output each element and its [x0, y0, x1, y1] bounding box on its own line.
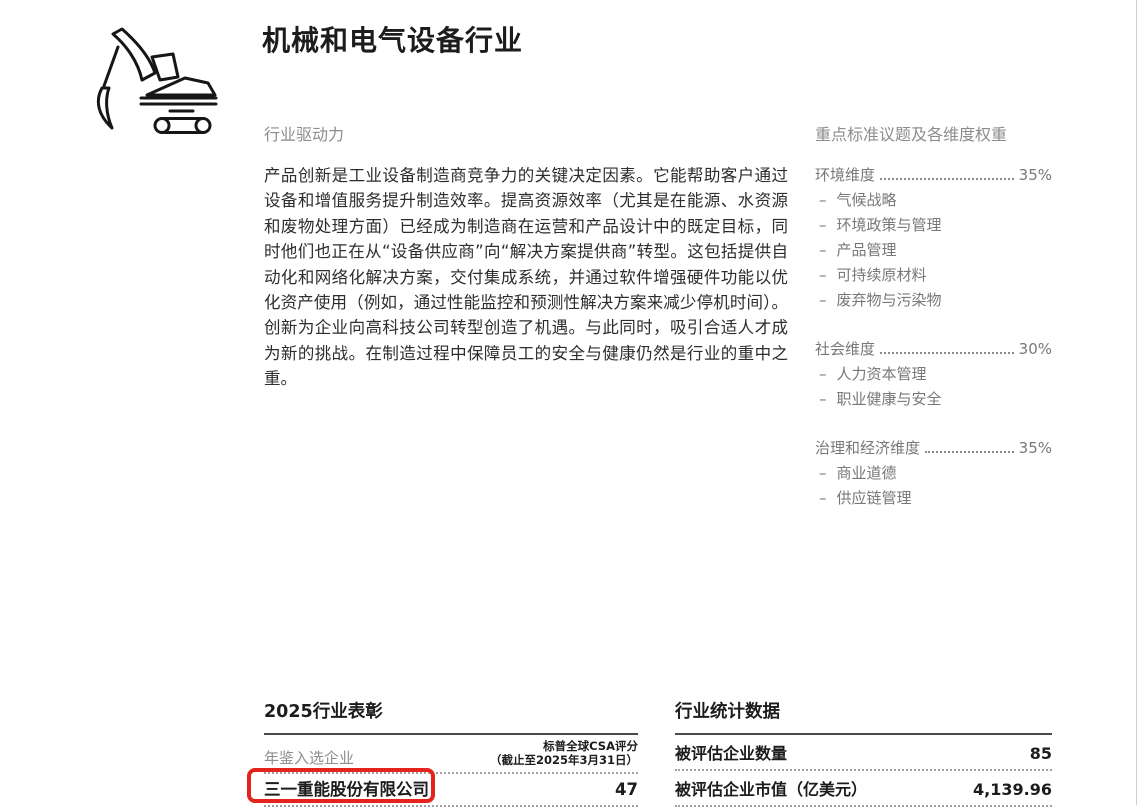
company-name[interactable]: 三一重能股份有限公司 [264, 779, 429, 801]
recognition-header-row: 年鉴入选企业 标普全球CSA评分 （截止至2025年3月31日） [264, 735, 638, 774]
csa-score-header-line1: 标普全球CSA评分 [543, 739, 638, 753]
dash-marker: – [819, 387, 827, 412]
stat-value: 4,139.96 [973, 780, 1052, 800]
dot-leader [925, 451, 1014, 453]
item-label: 产品管理 [837, 238, 897, 263]
item-label: 职业健康与安全 [837, 387, 942, 412]
drivers-paragraph: 产品创新是工业设备制造商竞争力的关键决定因素。它能帮助客户通过设备和增值服务提升… [264, 163, 788, 392]
dash-marker: – [819, 213, 827, 238]
item-label: 气候战略 [837, 188, 897, 213]
item-label: 供应链管理 [837, 486, 912, 511]
list-item: –环境政策与管理 [815, 213, 1052, 238]
excavator-icon [93, 16, 219, 134]
stat-value: 85 [1030, 744, 1052, 764]
list-item: –产品管理 [815, 238, 1052, 263]
item-label: 环境政策与管理 [837, 213, 942, 238]
yearbook-column-label: 年鉴入选企业 [264, 749, 354, 767]
dot-leader [880, 352, 1014, 354]
weights-heading: 重点标准议题及各维度权重 [815, 125, 1052, 145]
dash-marker: – [819, 238, 827, 263]
dash-marker: – [819, 362, 827, 387]
dimension-items: –商业道德 –供应链管理 [815, 461, 1052, 511]
dimension-items: –人力资本管理 –职业健康与安全 [815, 362, 1052, 412]
dimension-row: 社会维度 30% [815, 337, 1052, 362]
list-item: –人力资本管理 [815, 362, 1052, 387]
list-item: –可持续原材料 [815, 263, 1052, 288]
item-label: 人力资本管理 [837, 362, 927, 387]
item-label: 商业道德 [837, 461, 897, 486]
stat-label: 被评估企业市值（亿美元） [675, 780, 867, 800]
dimension-weight: 35% [1019, 436, 1052, 461]
list-item: –废弃物与污染物 [815, 288, 1052, 313]
dash-marker: – [819, 288, 827, 313]
dimension-governance: 治理和经济维度 35% –商业道德 –供应链管理 [815, 436, 1052, 511]
recognition-heading: 2025行业表彰 [264, 700, 638, 724]
statistics-heading: 行业统计数据 [675, 700, 1052, 724]
dimension-row: 治理和经济维度 35% [815, 436, 1052, 461]
item-label: 废弃物与污染物 [837, 288, 942, 313]
dash-marker: – [819, 188, 827, 213]
dash-marker: – [819, 486, 827, 511]
company-score: 47 [615, 779, 638, 801]
list-item: –商业道德 [815, 461, 1052, 486]
page-edge-divider [1136, 0, 1137, 805]
dot-leader [880, 178, 1014, 180]
dimension-weight: 30% [1019, 337, 1052, 362]
statistics-table: 行业统计数据 被评估企业数量 85 被评估企业市值（亿美元） 4,139.96 [675, 700, 1052, 807]
table-row: 被评估企业数量 85 [675, 735, 1052, 771]
dash-marker: – [819, 263, 827, 288]
stat-label: 被评估企业数量 [675, 744, 787, 764]
dimension-row: 环境维度 35% [815, 163, 1052, 188]
dimension-label: 社会维度 [815, 337, 875, 362]
item-label: 可持续原材料 [837, 263, 927, 288]
dimension-social: 社会维度 30% –人力资本管理 –职业健康与安全 [815, 337, 1052, 412]
dimension-label: 治理和经济维度 [815, 436, 920, 461]
dimension-label: 环境维度 [815, 163, 875, 188]
list-item: –职业健康与安全 [815, 387, 1052, 412]
dash-marker: – [819, 461, 827, 486]
csa-score-header-line2: （截止至2025年3月31日） [490, 753, 638, 767]
table-row: 三一重能股份有限公司 47 [264, 774, 638, 807]
page-title: 机械和电气设备行业 [262, 24, 523, 58]
dimension-weight: 35% [1019, 163, 1052, 188]
list-item: –气候战略 [815, 188, 1052, 213]
dimension-items: –气候战略 –环境政策与管理 –产品管理 –可持续原材料 –废弃物与污染物 [815, 188, 1052, 313]
recognition-table: 2025行业表彰 年鉴入选企业 标普全球CSA评分 （截止至2025年3月31日… [264, 700, 638, 807]
dimension-environment: 环境维度 35% –气候战略 –环境政策与管理 –产品管理 –可持续原材料 –废… [815, 163, 1052, 313]
table-row: 被评估企业市值（亿美元） 4,139.96 [675, 771, 1052, 807]
list-item: –供应链管理 [815, 486, 1052, 511]
drivers-heading: 行业驱动力 [264, 125, 344, 145]
weights-panel: 重点标准议题及各维度权重 环境维度 35% –气候战略 –环境政策与管理 –产品… [815, 125, 1052, 535]
csa-score-header: 标普全球CSA评分 （截止至2025年3月31日） [490, 740, 638, 767]
